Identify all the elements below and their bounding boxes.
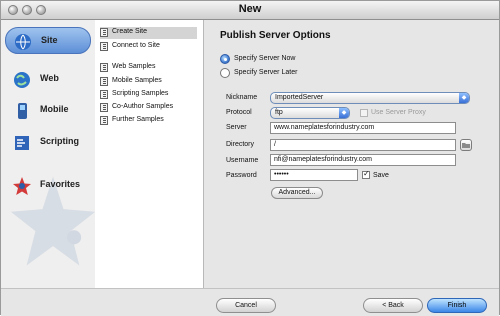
publish-server-options-panel: Publish Server Options Specify Server No… <box>204 20 498 288</box>
list-item-mobile-samples[interactable]: Mobile Samples <box>100 76 197 88</box>
password-input[interactable]: •••••• <box>270 169 358 181</box>
advanced-button[interactable]: Advanced... <box>271 187 323 199</box>
document-icon <box>100 90 108 99</box>
specify-server-later-radio[interactable]: Specify Server Later <box>220 68 320 80</box>
scripting-icon <box>15 136 29 150</box>
popup-arrow-icon: ◆ <box>339 108 349 118</box>
document-icon <box>100 42 108 51</box>
bottom-button-bar: Cancel < Back Finish <box>1 288 499 316</box>
category-sidebar: Site Web Mobile Scripting Favorites <box>1 20 96 288</box>
favorites-icon <box>13 177 31 195</box>
list-item-label: Co-Author Samples <box>112 103 174 110</box>
protocol-label: Protocol <box>226 109 252 116</box>
username-label: Username <box>226 157 259 164</box>
new-dialog-window: New Site Web Mobile Scripting Favorites … <box>0 0 500 316</box>
document-icon <box>100 28 108 37</box>
radio-unselected-icon <box>220 68 230 78</box>
list-item-create-site[interactable]: Create Site <box>100 27 197 39</box>
list-item-label: Connect to Site <box>112 42 160 49</box>
protocol-value: ftp <box>275 109 283 116</box>
save-password-checkbox[interactable] <box>362 169 370 179</box>
specify-server-now-label: Specify Server Now <box>234 55 296 62</box>
list-item-label: Web Samples <box>112 63 156 70</box>
use-server-proxy-checkbox[interactable] <box>360 109 368 117</box>
template-list: Create Site Connect to Site Web Samples … <box>95 20 204 288</box>
list-item-connect-to-site[interactable]: Connect to Site <box>100 41 197 53</box>
mobile-icon <box>18 103 27 119</box>
list-item-label: Scripting Samples <box>112 90 169 97</box>
category-favorites-label: Favorites <box>40 179 81 189</box>
document-icon <box>100 77 108 86</box>
panel-heading: Publish Server Options <box>220 30 331 41</box>
list-item-coauthor-samples[interactable]: Co-Author Samples <box>100 102 197 114</box>
nickname-label: Nickname <box>226 94 258 101</box>
web-icon <box>14 72 30 88</box>
directory-input[interactable]: / <box>270 139 456 151</box>
list-item-label: Further Samples <box>112 116 164 123</box>
document-icon <box>100 63 108 72</box>
document-icon <box>100 103 108 112</box>
use-server-proxy-label: Use Server Proxy <box>371 109 426 116</box>
list-item-label: Create Site <box>112 28 148 35</box>
password-label: Password <box>226 172 257 179</box>
popup-arrow-icon: ◆ <box>459 93 469 103</box>
category-scripting-label: Scripting <box>40 136 80 146</box>
category-mobile-label: Mobile <box>40 104 69 114</box>
cancel-button[interactable]: Cancel <box>216 298 276 313</box>
list-item-web-samples[interactable]: Web Samples <box>100 62 197 74</box>
directory-label: Directory <box>226 141 255 148</box>
category-site[interactable]: Site <box>5 27 91 54</box>
finish-button[interactable]: Finish <box>427 298 487 313</box>
protocol-popup[interactable]: ftp ◆ <box>270 107 350 119</box>
nickname-popup[interactable]: ImportedServer ◆ <box>270 92 470 104</box>
category-site-label: Site <box>41 35 58 45</box>
category-favorites[interactable]: Favorites <box>5 172 91 199</box>
specify-server-later-label: Specify Server Later <box>234 69 298 76</box>
server-label: Server <box>226 124 247 131</box>
folder-icon <box>462 143 470 148</box>
radio-selected-icon <box>220 54 230 64</box>
site-icon <box>15 34 31 50</box>
list-item-scripting-samples[interactable]: Scripting Samples <box>100 89 197 101</box>
server-input[interactable]: www.nameplatesforindustry.com <box>270 122 456 134</box>
category-web-label: Web <box>40 73 59 83</box>
browse-directory-button[interactable] <box>460 139 472 151</box>
category-web[interactable]: Web <box>5 66 91 93</box>
category-scripting[interactable]: Scripting <box>5 129 91 156</box>
list-item-label: Mobile Samples <box>112 77 162 84</box>
window-title: New <box>238 3 262 15</box>
title-bar: New <box>1 1 499 20</box>
document-icon <box>100 116 108 125</box>
back-button[interactable]: < Back <box>363 298 423 313</box>
specify-server-now-radio[interactable]: Specify Server Now <box>220 54 320 66</box>
nickname-value: ImportedServer <box>275 94 324 101</box>
username-input[interactable]: nfi@nameplatesforindustry.com <box>270 154 456 166</box>
save-password-label: Save <box>373 172 389 179</box>
list-item-further-samples[interactable]: Further Samples <box>100 115 197 127</box>
category-mobile[interactable]: Mobile <box>5 97 91 124</box>
